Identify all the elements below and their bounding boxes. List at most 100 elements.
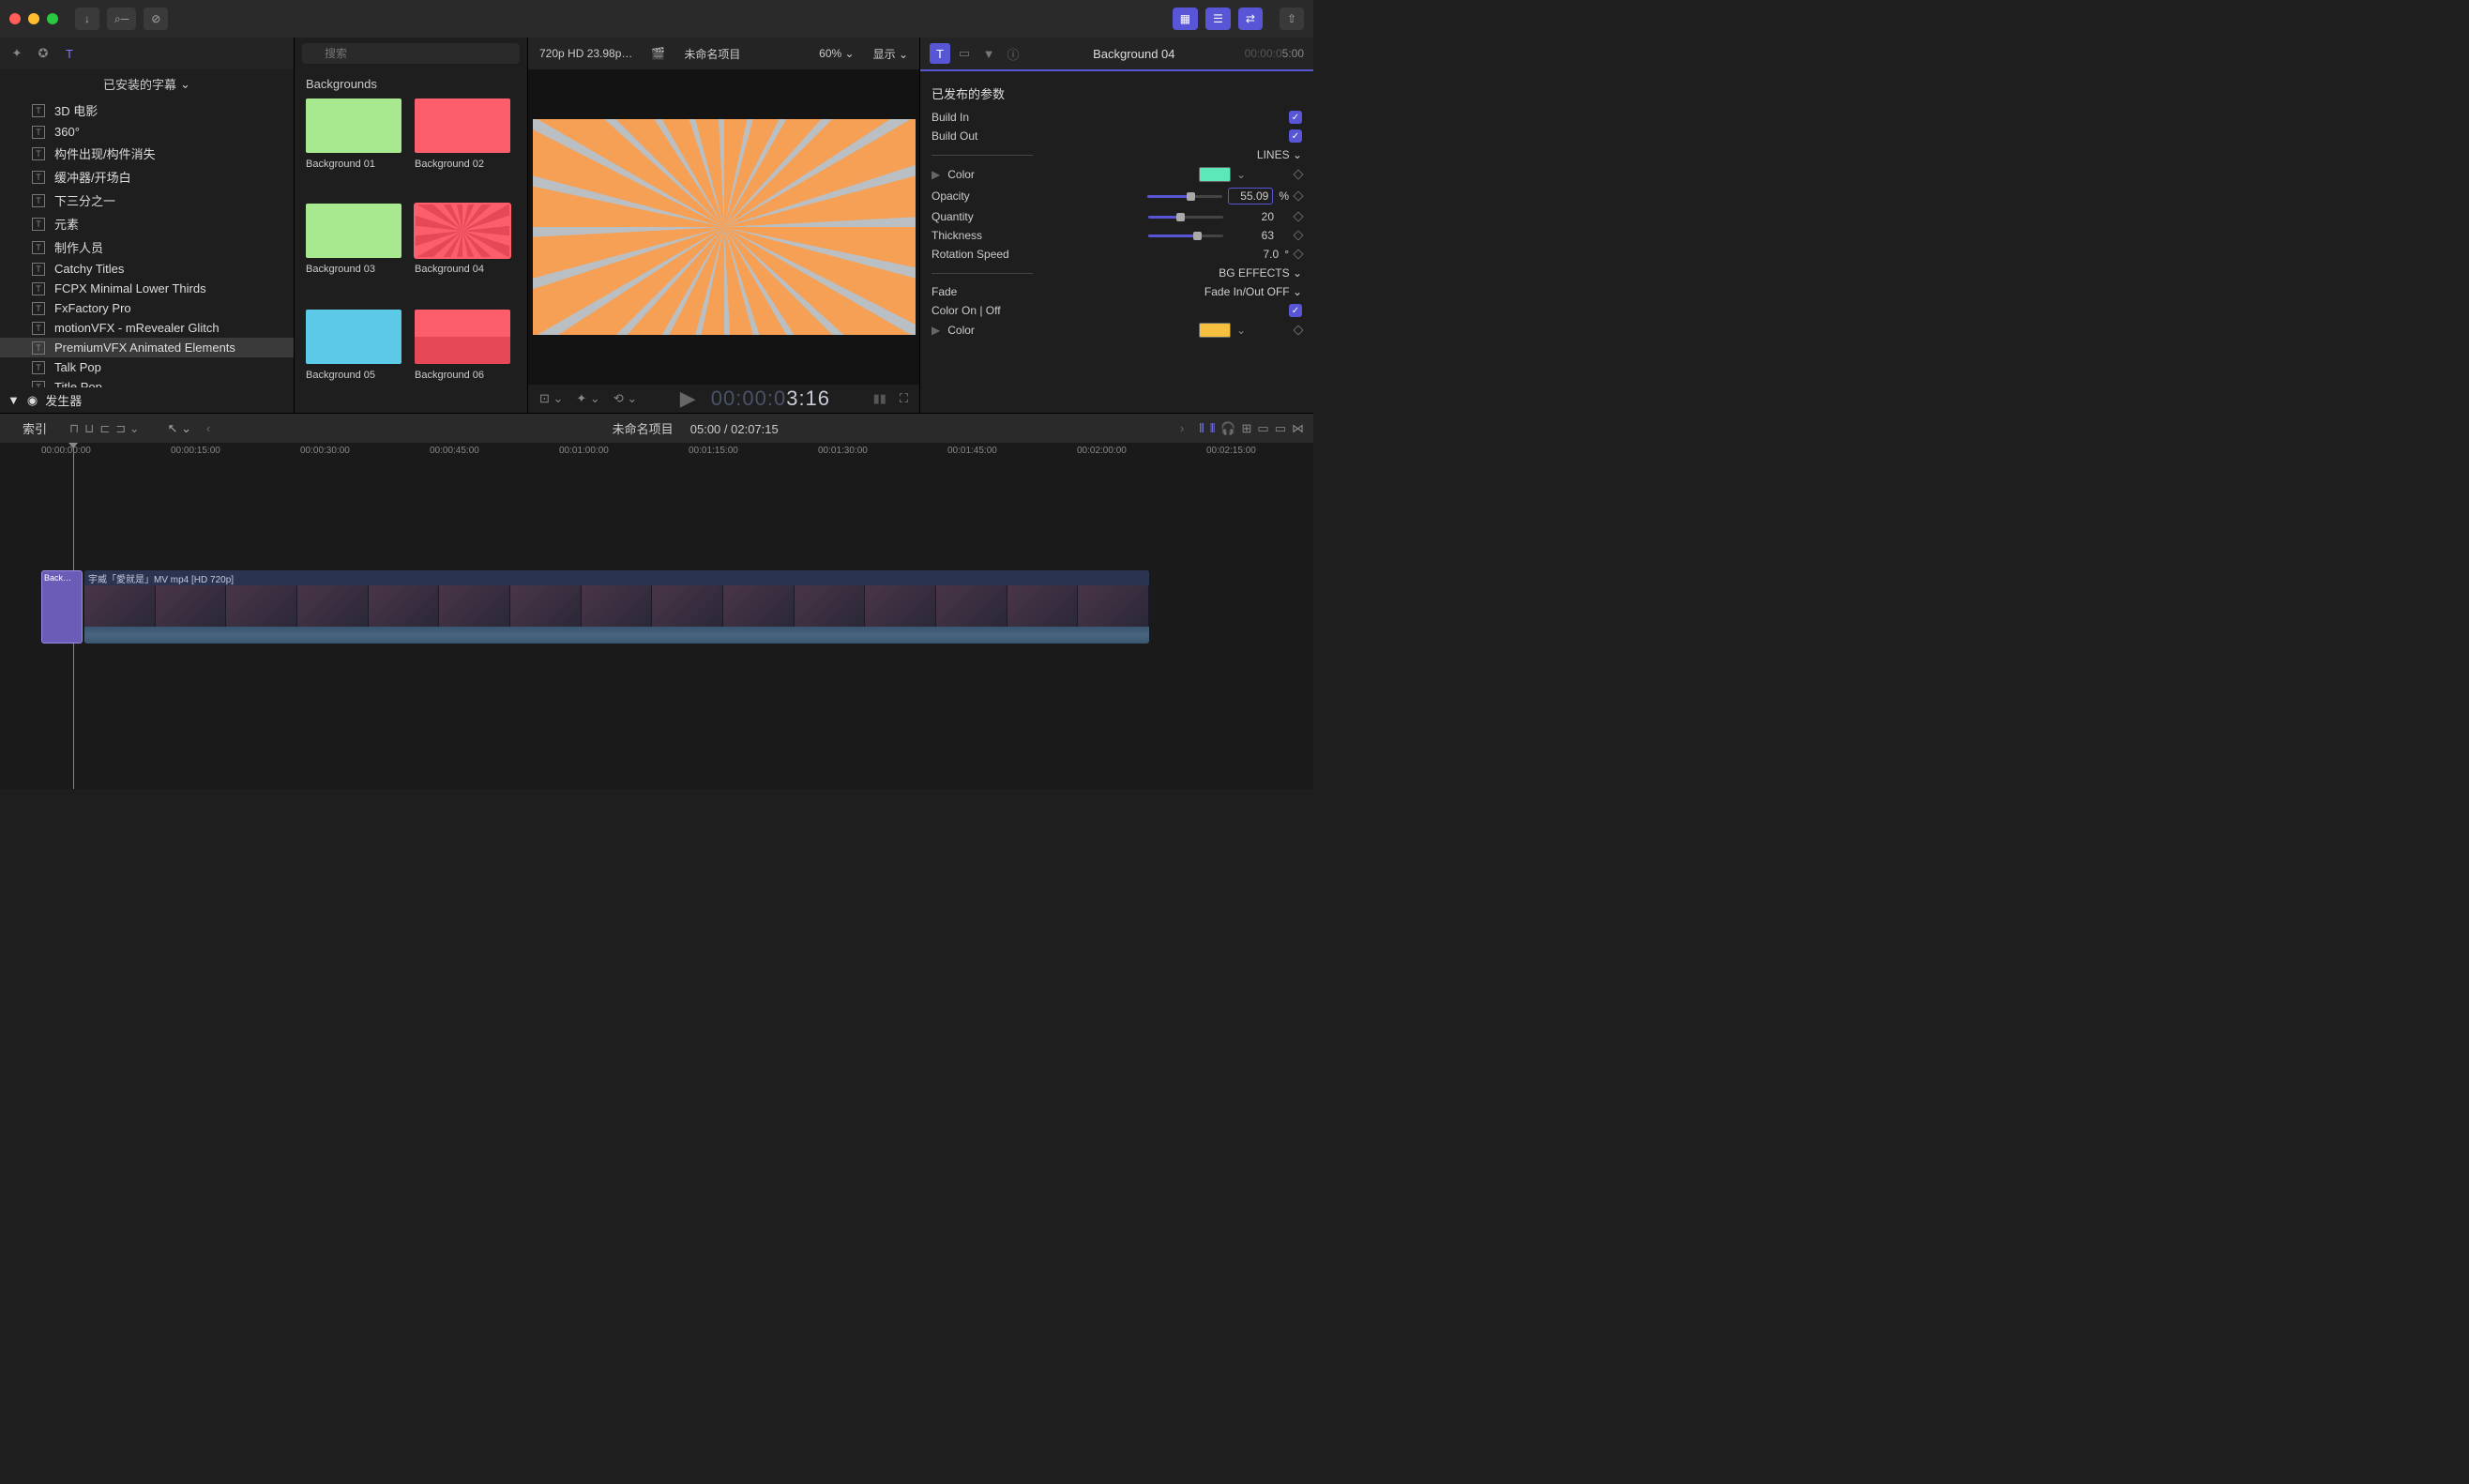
color-dropdown-icon[interactable]: ⌄ [1236, 324, 1246, 337]
skimming-icon[interactable]: ⫴ [1199, 421, 1204, 436]
library-tab-icon[interactable]: ✦ [8, 44, 26, 63]
zoom-dropdown[interactable]: 60% ⌄ [819, 47, 854, 60]
prev-edit-icon[interactable]: ‹ [201, 421, 216, 435]
close-window[interactable] [9, 13, 21, 24]
video-clip[interactable]: 宇威「愛就是」MV mp4 [HD 720p] [84, 570, 1149, 644]
quantity-value[interactable]: 20 [1229, 210, 1274, 223]
sidebar-item[interactable]: T360° [0, 122, 294, 142]
bgeffects-label[interactable]: BG EFFECTS ⌄ [1040, 266, 1302, 280]
thumbnail-item[interactable]: Background 06 [415, 310, 510, 401]
retime-tool-icon[interactable]: ⟲ ⌄ [613, 391, 637, 406]
keyframe-icon[interactable] [1293, 190, 1303, 201]
share-inspector-tab[interactable]: ⓘ [1003, 43, 1023, 64]
thickness-value[interactable]: 63 [1229, 229, 1274, 242]
generators-group[interactable]: ▼ ◉ 发生器 [0, 387, 294, 413]
index-button[interactable]: 索引 [9, 419, 60, 437]
keyframe-icon[interactable] [1293, 249, 1303, 259]
share-button[interactable]: ⇧ [1280, 8, 1304, 30]
ruler-tick: 00:01:45:00 [947, 446, 997, 456]
rotation-value[interactable]: 7.0 [1234, 248, 1279, 261]
opacity-slider[interactable] [1147, 195, 1222, 198]
color-onoff-checkbox[interactable]: ✓ [1289, 304, 1302, 317]
timeline-ruler[interactable]: 00:00:00:0000:00:15:0000:00:30:0000:00:4… [0, 443, 1313, 458]
play-icon[interactable]: ▶ [680, 386, 697, 410]
background-tasks-button[interactable]: ⊘ [144, 8, 168, 30]
solo-icon[interactable]: 🎧 [1220, 421, 1235, 436]
viewer-canvas[interactable] [528, 69, 919, 385]
titles-tab-icon[interactable]: T [60, 44, 79, 63]
snapping-icon[interactable]: ⊞ [1242, 421, 1252, 436]
info-inspector-tab[interactable]: ▼ [978, 43, 999, 64]
crop-tool-icon[interactable]: ⊡ ⌄ [539, 391, 563, 406]
video-inspector-tab[interactable]: ▭ [954, 43, 975, 64]
title-clip[interactable]: Back… [41, 570, 83, 644]
title-inspector-tab[interactable]: T [930, 43, 950, 64]
lines-section-label[interactable]: LINES ⌄ [1040, 148, 1302, 161]
thumbnail-item[interactable]: Background 05 [306, 310, 401, 401]
color-dropdown-icon[interactable]: ⌄ [1236, 168, 1246, 181]
thumbnail-item[interactable]: Background 03 [306, 204, 401, 295]
project-name: 未命名项目 [684, 46, 740, 62]
thumbnail-item[interactable]: Background 04 [415, 204, 510, 295]
layout-inspector-button[interactable]: ⇄ [1238, 8, 1263, 30]
maximize-window[interactable] [47, 13, 58, 24]
connect-clip-icon[interactable]: ⊓ [69, 421, 79, 436]
sidebar-item[interactable]: T3D 电影 [0, 98, 294, 122]
color2-swatch[interactable] [1199, 323, 1231, 338]
fullscreen-icon[interactable]: ⛶ [900, 391, 908, 406]
sidebar-item[interactable]: TPremiumVFX Animated Elements [0, 338, 294, 357]
fade-dropdown[interactable]: Fade In/Out OFF ⌄ [1204, 285, 1302, 298]
loop-icon[interactable]: ▮▮ [873, 391, 886, 406]
select-tool-icon[interactable]: ↖ ⌄ [168, 421, 191, 436]
keyframe-icon[interactable] [1293, 211, 1303, 221]
effects-icon[interactable]: ▭ [1275, 421, 1286, 436]
append-clip-icon[interactable]: ⊏ [99, 421, 110, 436]
color-swatch[interactable] [1199, 167, 1231, 182]
overwrite-clip-icon[interactable]: ⊐ ⌄ [115, 421, 139, 436]
clip-appearance-icon[interactable]: ▭ [1257, 421, 1268, 436]
transitions-icon[interactable]: ⋈ [1292, 421, 1304, 436]
timeline-panel[interactable]: 00:00:00:0000:00:15:0000:00:30:0000:00:4… [0, 443, 1313, 789]
build-out-checkbox[interactable]: ✓ [1289, 129, 1302, 143]
sidebar-item[interactable]: TTalk Pop [0, 357, 294, 377]
enhance-tool-icon[interactable]: ✦ ⌄ [576, 391, 599, 406]
search-input[interactable] [302, 43, 520, 64]
build-out-label: Build Out [932, 129, 1035, 143]
build-in-checkbox[interactable]: ✓ [1289, 111, 1302, 124]
color-label: Color [947, 168, 1038, 181]
import-button[interactable]: ↓ [75, 8, 99, 30]
insert-clip-icon[interactable]: ⊔ [84, 421, 94, 436]
sidebar-header[interactable]: 已安装的字幕 ⌄ [0, 69, 294, 98]
track-area[interactable]: Back… 宇威「愛就是」MV mp4 [HD 720p] [0, 458, 1313, 570]
layout-clips-button[interactable]: ▦ [1173, 8, 1198, 30]
sidebar-item[interactable]: TFxFactory Pro [0, 298, 294, 318]
thickness-slider[interactable] [1148, 235, 1223, 237]
keyframe-icon[interactable] [1293, 230, 1303, 240]
sidebar-item[interactable]: TCatchy Titles [0, 259, 294, 279]
next-edit-icon[interactable]: › [1174, 421, 1189, 435]
thumbnail-item[interactable]: Background 02 [415, 98, 510, 190]
keyframe-icon[interactable] [1293, 325, 1303, 335]
display-dropdown[interactable]: 显示 ⌄ [873, 46, 908, 62]
sidebar-item[interactable]: T制作人员 [0, 235, 294, 259]
minimize-window[interactable] [28, 13, 39, 24]
sidebar-item[interactable]: T缓冲器/开场白 [0, 165, 294, 189]
disclosure-icon[interactable]: ▶ [932, 324, 940, 337]
quantity-slider[interactable] [1148, 216, 1223, 219]
ruler-tick: 00:02:15:00 [1206, 446, 1256, 456]
sidebar-item[interactable]: TTitle Pop [0, 377, 294, 387]
disclosure-icon[interactable]: ▶ [932, 168, 940, 181]
sidebar-item[interactable]: T元素 [0, 212, 294, 235]
opacity-value[interactable]: 55.09 [1228, 188, 1273, 204]
sidebar-item[interactable]: T下三分之一 [0, 189, 294, 212]
sidebar-item[interactable]: T构件出现/构件消失 [0, 142, 294, 165]
photos-tab-icon[interactable]: ✪ [34, 44, 53, 63]
ruler-tick: 00:01:30:00 [818, 446, 868, 456]
keyframe-icon[interactable] [1293, 169, 1303, 179]
thumbnail-item[interactable]: Background 01 [306, 98, 401, 190]
keyword-button[interactable]: ⌕─ [107, 8, 136, 30]
layout-list-button[interactable]: ☰ [1205, 8, 1231, 30]
sidebar-item[interactable]: TmotionVFX - mRevealer Glitch [0, 318, 294, 338]
audio-skimming-icon[interactable]: ⫴ [1210, 421, 1215, 436]
sidebar-item[interactable]: TFCPX Minimal Lower Thirds [0, 279, 294, 298]
